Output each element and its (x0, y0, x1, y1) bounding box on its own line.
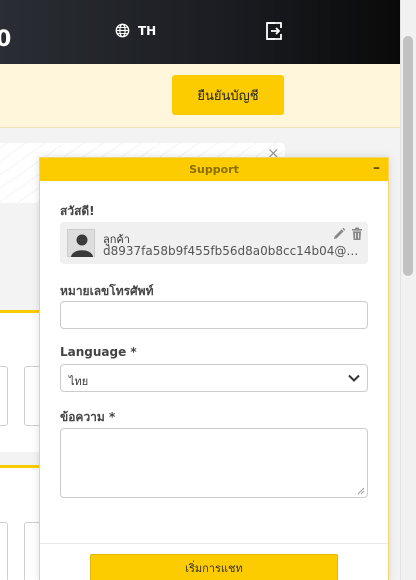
edit-button[interactable] (332, 226, 346, 245)
visitor-card: ลูกค้า d8937fa58b9f455fb56d8a0b8cc14b04@… (60, 222, 368, 264)
card-field[interactable] (0, 522, 8, 580)
widget-title: Support (189, 163, 239, 176)
message-textarea[interactable] (60, 428, 368, 498)
delete-button[interactable] (350, 226, 364, 245)
phone-input[interactable] (60, 301, 368, 329)
visitor-actions (332, 226, 364, 245)
logout-icon (266, 22, 282, 40)
minimize-icon[interactable]: – (373, 160, 380, 176)
visitor-email: d8937fa58b9f455fb56d8a0b8cc14b04@e... (103, 244, 365, 258)
greeting-text: สวัสดี! (60, 204, 95, 218)
message-label: ข้อความ * (60, 410, 116, 424)
widget-divider (40, 543, 388, 544)
site-logo[interactable]: 0 (0, 27, 11, 52)
chevron-down-icon (348, 374, 360, 382)
pencil-icon (334, 227, 346, 239)
top-header: 0 TH (0, 0, 400, 64)
verify-account-banner: ยืนยันบัญชี (0, 64, 400, 128)
logout-button[interactable] (264, 21, 284, 45)
resize-grip-icon[interactable] (357, 487, 365, 495)
support-chat-widget: Support – สวัสดี! ลูกค้า d8937fa58b9f455… (39, 157, 389, 580)
language-label: Language * (60, 345, 137, 359)
language-selected: ไทย (69, 375, 89, 388)
start-chat-button[interactable]: เริ่มการแชท (90, 554, 338, 580)
globe-icon (115, 23, 130, 38)
language-switcher[interactable]: TH (115, 23, 156, 38)
language-code: TH (138, 23, 157, 38)
user-icon (71, 234, 93, 257)
avatar (67, 229, 95, 257)
card-field[interactable] (0, 366, 8, 426)
language-select[interactable]: ไทย (60, 364, 368, 392)
scrollbar-thumb[interactable] (403, 36, 413, 276)
trash-icon (352, 227, 362, 240)
widget-header[interactable]: Support – (40, 158, 388, 181)
phone-label: หมายเลขโทรศัพท์ (60, 284, 154, 298)
verify-account-button[interactable]: ยืนยันบัญชี (172, 75, 284, 115)
